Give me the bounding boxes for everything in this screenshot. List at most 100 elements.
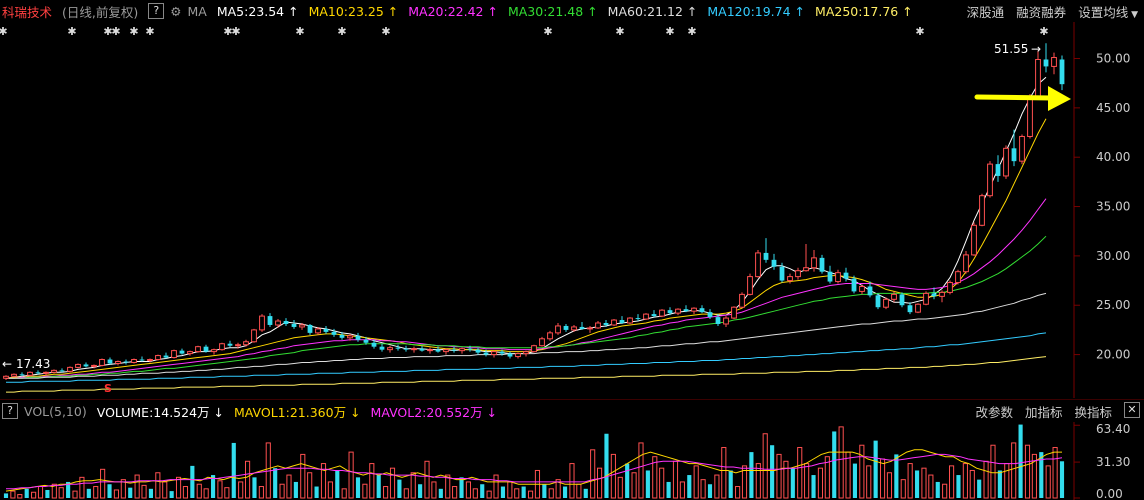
ma-legend-item: MA5:23.54 ↑ <box>217 4 299 19</box>
event-marker: ✱ <box>67 25 76 38</box>
candle-body <box>731 306 737 319</box>
volume-bar <box>873 440 878 498</box>
volume-chart[interactable]: 63.40 31.30 0.00 <box>0 422 1144 500</box>
vol-label[interactable]: VOL(5,10) <box>24 404 87 419</box>
collapse-button[interactable]: ? <box>2 403 18 419</box>
volume-bar <box>672 460 679 499</box>
volume-bar <box>169 491 174 498</box>
event-marker: ✱ <box>1039 25 1048 38</box>
volume-bar <box>790 468 795 498</box>
sell-signal-marker: S <box>104 382 112 395</box>
candle <box>819 254 825 274</box>
help-button[interactable]: ? <box>148 3 165 19</box>
candle-body <box>139 359 145 361</box>
candle-body <box>251 329 257 343</box>
candle <box>835 269 841 284</box>
price-axis: 50.00 45.00 40.00 35.00 30.00 25.00 20.00 <box>1074 52 1130 362</box>
candle-body <box>1035 59 1041 97</box>
volume-bar <box>845 451 851 499</box>
candle-body <box>691 307 697 312</box>
candle-body <box>451 349 457 351</box>
candle <box>1019 134 1025 165</box>
candle-body <box>99 359 105 366</box>
volume-bar <box>596 467 603 499</box>
volume-bar <box>376 475 381 498</box>
high-annotation: 51.55 → <box>994 42 1041 56</box>
volume-bar <box>1018 424 1023 498</box>
link-hk-connect[interactable]: 深股通 <box>967 2 1005 21</box>
volume-bar <box>783 460 789 499</box>
volume-bar <box>472 488 478 499</box>
candle-body <box>483 352 489 355</box>
candle-body <box>627 317 633 324</box>
volume-bar <box>625 463 630 498</box>
candle-body <box>291 323 297 327</box>
volume-links: 改参数 加指标 换指标 ✕ <box>975 401 1140 421</box>
ma-legend-text: MA60:21.12 <box>607 3 683 19</box>
candle-body <box>603 322 609 325</box>
stock-title[interactable]: 科瑞技术 <box>2 2 52 21</box>
candle-body <box>459 348 465 352</box>
candle <box>1011 129 1017 167</box>
candle <box>139 356 145 362</box>
link-add-indicator[interactable]: 加指标 <box>1025 402 1063 421</box>
volume-bar <box>500 486 506 498</box>
volume-bar <box>1024 444 1031 499</box>
candle <box>539 336 545 347</box>
ma-legend-item: MA30:21.48 ↑ <box>508 4 598 19</box>
candle-body <box>867 286 873 296</box>
event-marker: ✱ <box>543 25 552 38</box>
candle-body <box>771 259 777 267</box>
candle-body <box>387 347 393 351</box>
volume-bar <box>459 477 464 498</box>
candle <box>899 292 905 308</box>
volume-bar <box>182 486 189 499</box>
candle-body <box>947 282 953 293</box>
close-icon[interactable]: ✕ <box>1124 401 1140 418</box>
link-ma-settings[interactable]: 设置均线 ▼ <box>1078 2 1138 21</box>
candle-body <box>443 349 449 353</box>
candle-body <box>435 349 441 352</box>
candle-body <box>491 351 497 356</box>
candle <box>739 292 745 309</box>
candle <box>171 349 177 359</box>
link-margin-trading[interactable]: 融资融券 <box>1016 2 1066 21</box>
candle-body <box>307 324 313 333</box>
candlestick-chart[interactable]: ✱ ✱ ✱✱ ✱ ✱ ✱✱ ✱ ✱ ✱ ✱ ✱ ✱ ✱ ✱ ✱ 50.0045.0040.0035.0030… <box>0 22 1144 398</box>
candle <box>11 373 17 378</box>
volume-bar <box>1045 465 1051 499</box>
period-label[interactable]: (日线,前复权) <box>62 2 138 21</box>
candle-body <box>715 317 721 324</box>
candle <box>563 323 569 332</box>
volume-bar <box>1011 442 1017 499</box>
candle-body <box>875 295 881 308</box>
candle <box>259 314 265 332</box>
ma-legend-text: MA30:21.48 <box>507 3 584 19</box>
link-change-params[interactable]: 改参数 <box>975 402 1013 421</box>
volume-bar <box>162 481 168 499</box>
candle <box>227 340 233 348</box>
candle-body <box>131 359 137 363</box>
candle <box>451 346 457 353</box>
candle-body <box>859 285 865 292</box>
candle <box>731 306 737 320</box>
candle <box>611 319 617 326</box>
candle <box>651 310 657 318</box>
volume-axis: 63.40 31.30 0.00 <box>1074 422 1130 500</box>
candle-body <box>499 351 505 354</box>
ma-legend-item: MA60:21.12 ↑ <box>608 4 698 19</box>
volume-bar <box>817 467 824 499</box>
link-switch-indicator[interactable]: 换指标 <box>1074 402 1112 421</box>
volume-bar <box>203 488 209 499</box>
volume-bar <box>969 469 975 499</box>
volume-bar <box>770 445 775 498</box>
candle-body <box>27 371 33 376</box>
gear-icon[interactable]: ⚙ <box>170 4 181 19</box>
candle-body <box>475 349 481 353</box>
candle <box>979 193 985 227</box>
volume-bar <box>990 444 996 499</box>
volume-bar <box>679 481 685 499</box>
volume-bar <box>224 487 230 499</box>
candle-body <box>219 343 225 351</box>
candle <box>699 305 705 314</box>
